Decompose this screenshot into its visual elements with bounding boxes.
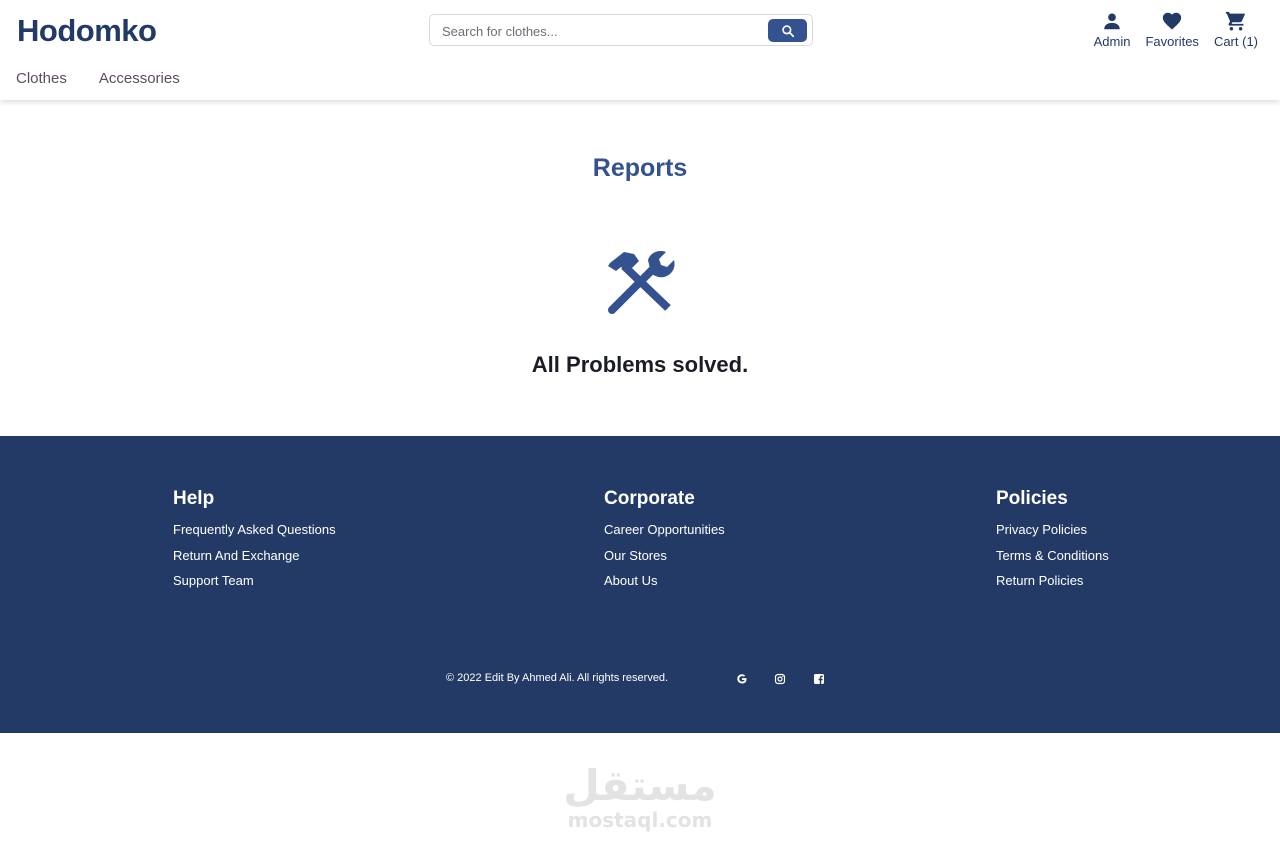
footer-column-corporate: Corporate Career Opportunities Our Store…	[604, 488, 725, 594]
footer-link-privacy[interactable]: Privacy Policies	[996, 517, 1109, 543]
footer-heading-help: Help	[173, 488, 215, 509]
menu-item-accessories[interactable]: Accessories	[99, 70, 180, 87]
footer-link-return-exchange[interactable]: Return And Exchange	[173, 543, 336, 569]
copyright-text: © 2022 Edit By Ahmed Ali. All rights res…	[446, 672, 669, 684]
search-bar	[429, 14, 813, 46]
facebook-link[interactable]	[812, 672, 826, 686]
footer-column-policies: Policies Privacy Policies Terms & Condit…	[996, 488, 1109, 594]
admin-label: Admin	[1093, 34, 1131, 49]
instagram-link[interactable]	[773, 672, 787, 686]
site-footer: Help Frequently Asked Questions Return A…	[0, 436, 1280, 733]
google-link[interactable]	[735, 672, 749, 686]
watermark-latin: mostaql.com	[567, 808, 713, 832]
footer-link-terms[interactable]: Terms & Conditions	[996, 543, 1109, 569]
menu-item-clothes[interactable]: Clothes	[16, 70, 67, 87]
heart-icon	[1163, 12, 1182, 30]
footer-link-return-policies[interactable]: Return Policies	[996, 568, 1109, 594]
search-button[interactable]	[768, 19, 807, 42]
footer-link-about-us[interactable]: About Us	[604, 568, 725, 594]
cart-icon	[1225, 11, 1246, 31]
footer-heading-corporate: Corporate	[604, 488, 695, 509]
google-icon	[737, 674, 747, 684]
favorites-label: Favorites	[1145, 34, 1199, 49]
instagram-icon	[774, 673, 786, 685]
tools-icon	[608, 250, 675, 314]
footer-link-careers[interactable]: Career Opportunities	[604, 517, 725, 543]
footer-heading-policies: Policies	[996, 488, 1068, 509]
cart-label: Cart (1)	[1213, 34, 1258, 49]
site-logo[interactable]: Hodomko	[17, 13, 157, 49]
footer-link-our-stores[interactable]: Our Stores	[604, 543, 725, 569]
status-message: All Problems solved.	[531, 352, 749, 377]
user-icon	[1104, 13, 1120, 30]
footer-link-support-team[interactable]: Support Team	[173, 568, 336, 594]
facebook-icon	[814, 674, 824, 684]
favorites-link[interactable]: Favorites	[1145, 10, 1199, 49]
page-title: Reports	[592, 154, 688, 182]
admin-link[interactable]: Admin	[1093, 10, 1131, 49]
watermark: مستقل mostaql.com	[0, 761, 1280, 833]
footer-column-help: Help Frequently Asked Questions Return A…	[173, 488, 336, 594]
search-input[interactable]	[442, 21, 762, 41]
site-header: Hodomko Admin Favorites	[0, 0, 1280, 100]
cart-link[interactable]: Cart (1)	[1214, 10, 1258, 49]
footer-link-faq[interactable]: Frequently Asked Questions	[173, 517, 336, 543]
main-menu: Clothes Accessories	[16, 70, 180, 87]
header-actions: Admin Favorites Cart (1)	[1094, 10, 1258, 49]
search-icon	[781, 24, 794, 37]
watermark-arabic: مستقل	[563, 761, 717, 810]
